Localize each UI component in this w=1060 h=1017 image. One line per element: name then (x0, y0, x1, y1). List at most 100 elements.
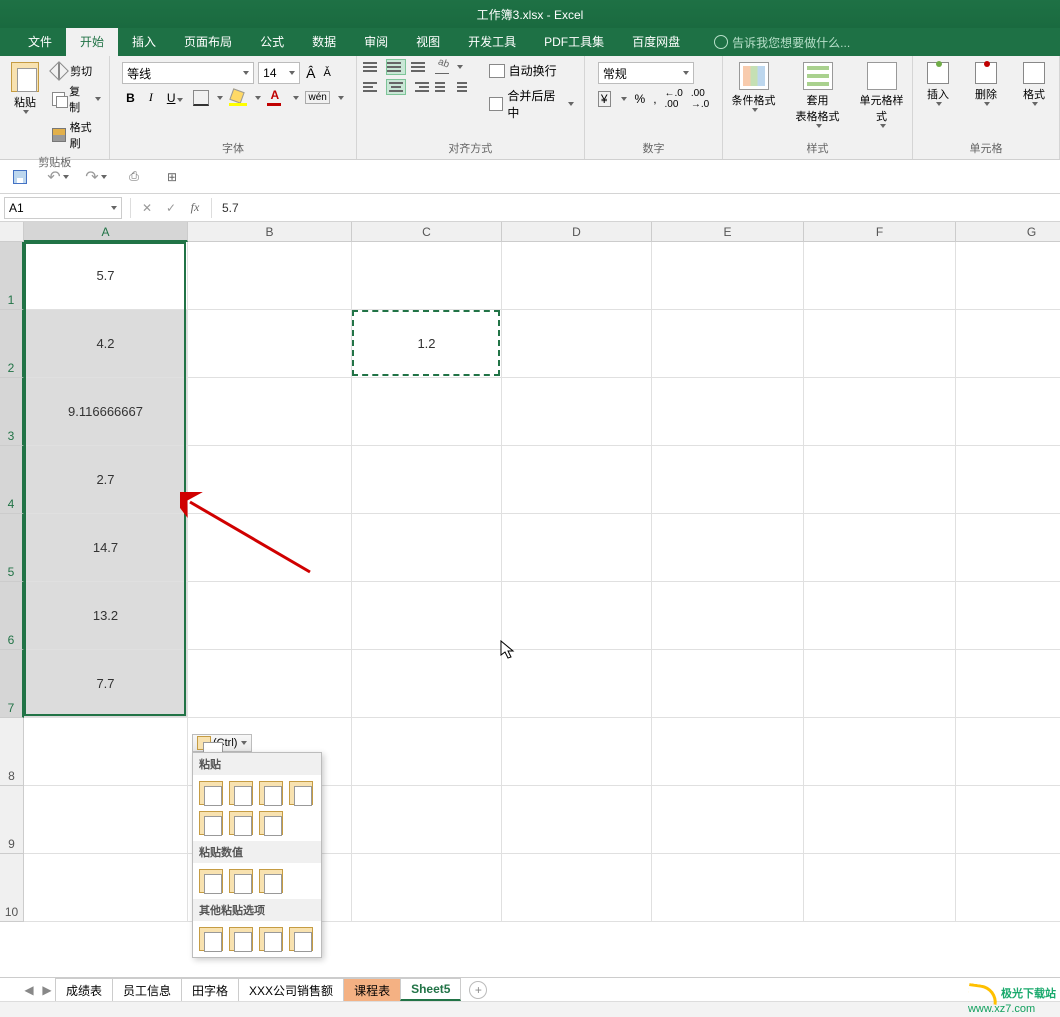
cut-button[interactable]: 剪切 (50, 62, 103, 80)
paste-options-chip[interactable]: (Ctrl) (192, 734, 252, 752)
col-header-D[interactable]: D (502, 222, 652, 242)
increase-font-button[interactable]: Â (304, 65, 317, 81)
cell-G4[interactable] (956, 446, 1060, 514)
cell-G8[interactable] (956, 718, 1060, 786)
cell-G10[interactable] (956, 854, 1060, 922)
paste-option-transpose[interactable] (259, 811, 283, 835)
cell-D2[interactable] (502, 310, 652, 378)
align-center-button[interactable] (387, 80, 405, 94)
qat-button-5[interactable]: ⊞ (162, 167, 182, 187)
wrap-text-button[interactable]: 自动换行 (485, 60, 578, 81)
insert-cells-button[interactable]: 插入 (919, 62, 957, 106)
cell-F5[interactable] (804, 514, 956, 582)
cell-A4[interactable]: 2.7 (24, 446, 188, 514)
cell-G3[interactable] (956, 378, 1060, 446)
tab-review[interactable]: 审阅 (350, 28, 402, 56)
cell-E2[interactable] (652, 310, 804, 378)
increase-decimal-button[interactable]: ←.0.00 (665, 88, 683, 110)
number-format-combo[interactable]: 常规 (598, 62, 694, 84)
cell-F9[interactable] (804, 786, 956, 854)
decrease-font-button[interactable]: Ǎ (321, 67, 332, 79)
font-size-combo[interactable]: 14 (258, 62, 300, 84)
cell-A7[interactable]: 7.7 (24, 650, 188, 718)
cell-E4[interactable] (652, 446, 804, 514)
format-painter-button[interactable]: 格式刷 (50, 118, 103, 152)
paste-option-all[interactable] (199, 781, 223, 805)
cell-E9[interactable] (652, 786, 804, 854)
tab-data[interactable]: 数据 (298, 28, 350, 56)
add-sheet-button[interactable]: + (469, 981, 487, 999)
cell-F10[interactable] (804, 854, 956, 922)
align-right-button[interactable] (411, 80, 429, 94)
cell-D7[interactable] (502, 650, 652, 718)
cell-B7[interactable] (188, 650, 352, 718)
row-header-7[interactable]: 7 (0, 650, 24, 718)
col-header-E[interactable]: E (652, 222, 804, 242)
cell-F2[interactable] (804, 310, 956, 378)
tab-insert[interactable]: 插入 (118, 28, 170, 56)
sheet-tab-2[interactable]: 员工信息 (112, 978, 182, 1002)
paste-option-link[interactable] (229, 927, 253, 951)
cell-C7[interactable] (352, 650, 502, 718)
paste-option-no-borders[interactable] (199, 811, 223, 835)
cell-D3[interactable] (502, 378, 652, 446)
percent-button[interactable]: % (635, 92, 646, 106)
cell-C8[interactable] (352, 718, 502, 786)
tab-layout[interactable]: 页面布局 (170, 28, 246, 56)
row-header-6[interactable]: 6 (0, 582, 24, 650)
cell-D9[interactable] (502, 786, 652, 854)
tab-file[interactable]: 文件 (14, 28, 66, 56)
cell-G1[interactable] (956, 242, 1060, 310)
cell-A8[interactable] (24, 718, 188, 786)
delete-cells-button[interactable]: 删除 (967, 62, 1005, 106)
sheet-nav-prev[interactable]: ◀ (20, 983, 38, 997)
italic-button[interactable]: I (145, 88, 157, 107)
paste-option-values-source[interactable] (259, 869, 283, 893)
row-header-10[interactable]: 10 (0, 854, 24, 922)
conditional-format-button[interactable]: 条件格式 (728, 62, 780, 128)
tab-dev[interactable]: 开发工具 (454, 28, 530, 56)
cell-styles-button[interactable]: 单元格样式 (856, 62, 908, 128)
orientation-button[interactable]: ab (435, 60, 449, 74)
sheet-tab-3[interactable]: 田字格 (181, 978, 239, 1002)
col-header-G[interactable]: G (956, 222, 1060, 242)
sheet-tab-4[interactable]: XXX公司销售额 (238, 978, 344, 1002)
paste-option-formulas[interactable] (229, 781, 253, 805)
cell-F8[interactable] (804, 718, 956, 786)
decrease-indent-button[interactable] (435, 80, 451, 94)
cell-F1[interactable] (804, 242, 956, 310)
paste-option-formatting[interactable] (199, 927, 223, 951)
cell-C4[interactable] (352, 446, 502, 514)
cell-G9[interactable] (956, 786, 1060, 854)
format-table-button[interactable]: 套用 表格格式 (792, 62, 844, 128)
cell-F4[interactable] (804, 446, 956, 514)
cell-A10[interactable] (24, 854, 188, 922)
tab-home[interactable]: 开始 (66, 28, 118, 56)
col-header-C[interactable]: C (352, 222, 502, 242)
sheet-tab-6[interactable]: Sheet5 (400, 978, 461, 1001)
row-header-1[interactable]: 1 (0, 242, 24, 310)
decrease-decimal-button[interactable]: .00→.0 (691, 88, 709, 110)
cell-D8[interactable] (502, 718, 652, 786)
col-header-A[interactable]: A (24, 222, 188, 242)
font-name-combo[interactable]: 等线 (122, 62, 254, 84)
cell-D1[interactable] (502, 242, 652, 310)
row-header-4[interactable]: 4 (0, 446, 24, 514)
qat-button-4[interactable]: ⎙ (124, 167, 144, 187)
underline-button[interactable]: U (163, 89, 188, 107)
increase-indent-button[interactable] (457, 80, 473, 94)
cell-F3[interactable] (804, 378, 956, 446)
cell-G5[interactable] (956, 514, 1060, 582)
sheet-nav-next[interactable]: ▶ (38, 983, 56, 997)
cell-B4[interactable] (188, 446, 352, 514)
cell-D6[interactable] (502, 582, 652, 650)
redo-button[interactable]: ↷ (86, 167, 106, 187)
cell-B3[interactable] (188, 378, 352, 446)
cell-F6[interactable] (804, 582, 956, 650)
cell-A6[interactable]: 13.2 (24, 582, 188, 650)
cell-B1[interactable] (188, 242, 352, 310)
comma-button[interactable]: , (653, 92, 656, 106)
cell-C10[interactable] (352, 854, 502, 922)
tab-formulas[interactable]: 公式 (246, 28, 298, 56)
cell-A5[interactable]: 14.7 (24, 514, 188, 582)
